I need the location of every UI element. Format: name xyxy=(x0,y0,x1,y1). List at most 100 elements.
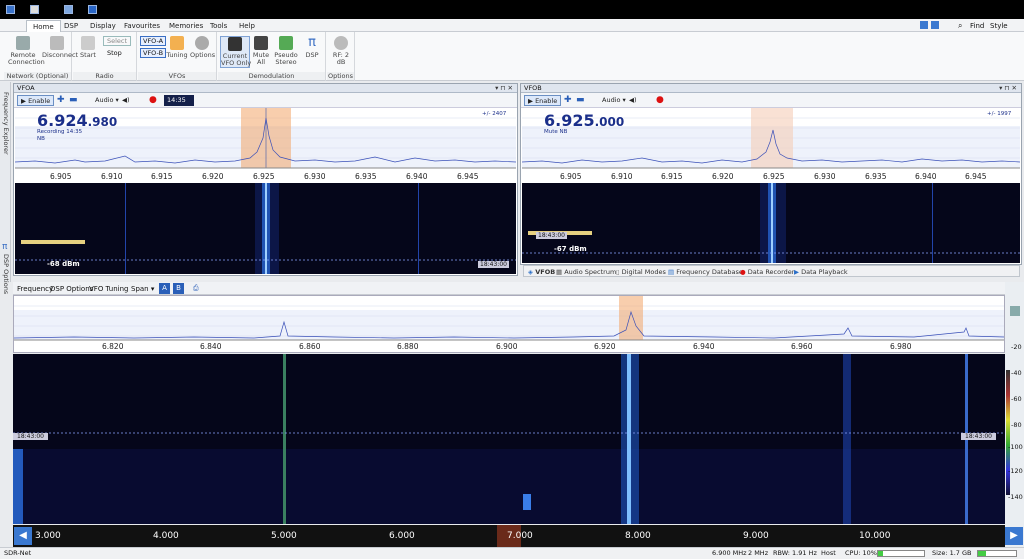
tuning-button[interactable]: Tuning xyxy=(166,36,188,59)
zoom-out-icon[interactable]: ▬ xyxy=(66,95,81,106)
audio-dropdown[interactable]: Audio ▾ xyxy=(599,95,629,106)
dsp-options-menu[interactable]: DSP Options xyxy=(50,285,93,293)
tab-help[interactable]: Help xyxy=(233,20,261,32)
frequency-menu[interactable]: Frequency xyxy=(17,285,53,293)
group-demodulation: Current VFO Only Mute All Pseudo Stereo … xyxy=(218,32,326,81)
offset-readout: +/- 2407 xyxy=(482,111,507,117)
window-icon[interactable] xyxy=(920,21,928,29)
remote-connection-button[interactable]: Remote Connection xyxy=(8,36,45,66)
start-button[interactable]: Start xyxy=(77,36,99,59)
vfo-frequency[interactable]: 6.924.980 xyxy=(37,111,117,130)
main-toolbar: Frequency DSP Options VFO Tuning Span ▾ … xyxy=(13,282,1005,295)
quick-access-icon[interactable] xyxy=(88,5,97,14)
rf-gain-button[interactable]: RF: 2 dB xyxy=(328,36,354,66)
vfo-tuning-menu[interactable]: VFO Tuning xyxy=(89,285,128,293)
quick-access-icon[interactable] xyxy=(30,5,39,14)
scroll-right-button[interactable]: ▶ xyxy=(1005,527,1023,545)
axis-tick: 6.920 xyxy=(712,172,734,181)
enable-button[interactable]: ▶ Enable xyxy=(17,95,55,106)
group-network: Remote Connection Disconnect Network (Op… xyxy=(4,32,78,81)
vfo-b-button[interactable]: B xyxy=(173,283,184,294)
chart-icon[interactable] xyxy=(1010,306,1020,316)
pane-header: VFOB ▾ ⊓ ✕ xyxy=(521,84,1021,93)
axis-tick: 6.905 xyxy=(50,172,72,181)
audio-dropdown[interactable]: Audio ▾ xyxy=(92,95,122,106)
main-spectrum[interactable]: 6.820 6.840 6.860 6.880 6.900 6.920 6.94… xyxy=(13,295,1005,353)
axis-tick: 6.925 xyxy=(253,172,275,181)
band-axis[interactable]: ◀ 3.000 4.000 5.000 6.000 7.000 8.000 9.… xyxy=(13,525,1005,547)
axis-tick: 6.960 xyxy=(791,342,813,351)
find-button[interactable]: Find xyxy=(970,22,984,30)
close-icon[interactable]: ▾ ⊓ ✕ xyxy=(495,84,513,93)
vfob-waterfall[interactable]: -67 dBm 18:43:00 xyxy=(522,183,1020,263)
select-button[interactable]: Select xyxy=(103,36,132,46)
group-label: VFOs xyxy=(138,72,216,80)
vfo-passband[interactable] xyxy=(619,296,643,340)
offset-readout: +/- 1997 xyxy=(987,111,1012,117)
vfo-frequency[interactable]: 6.925.000 xyxy=(544,111,624,130)
mute-all-button[interactable]: Mute All xyxy=(252,36,270,66)
dsp-options-tab[interactable]: DSP Options xyxy=(2,254,10,294)
signal-level: -68 dBm xyxy=(47,260,80,268)
current-vfo-only-button[interactable]: Current VFO Only xyxy=(220,36,251,68)
vfob-toolbar: ▶ Enable ✚ ▬ Audio ▾ ◀) ● xyxy=(521,93,1021,108)
vfoa-waterfall[interactable]: -68 dBm 18:43:00 xyxy=(15,183,516,274)
frequency-explorer-tab[interactable]: Frequency Explorer xyxy=(2,92,10,155)
speaker-icon[interactable]: ◀) xyxy=(626,95,640,106)
vfoa-pane: VFOA ▾ ⊓ ✕ ▶ Enable ✚ ▬ Audio ▾ ◀) ● 14:3… xyxy=(13,83,518,276)
zoom-out-icon[interactable]: ▬ xyxy=(573,95,588,106)
axis-tick: 6.940 xyxy=(915,172,937,181)
tab-data-playback[interactable]: ▶ Data Playback xyxy=(794,267,848,277)
axis-tick: 6.935 xyxy=(865,172,887,181)
tab-display[interactable]: Display xyxy=(84,20,122,32)
enable-button[interactable]: ▶ Enable xyxy=(524,95,562,106)
band-tick: 3.000 xyxy=(35,531,61,541)
dsp-button[interactable]: π DSP xyxy=(302,36,322,59)
record-icon[interactable]: ● xyxy=(146,95,160,106)
waterfall-timestamp: 18:43:00 xyxy=(961,433,996,440)
span-dropdown[interactable]: Span ▾ xyxy=(131,285,154,293)
tab-favourites[interactable]: Favourites xyxy=(118,20,166,32)
pseudo-stereo-button[interactable]: Pseudo Stereo xyxy=(272,36,300,66)
print-icon[interactable]: ⎙ xyxy=(193,284,199,293)
pane-title: VFOA xyxy=(17,84,35,92)
options-button[interactable]: Options xyxy=(190,36,215,59)
scale-tick: -40 xyxy=(1011,369,1022,377)
tab-digital-modes[interactable]: ▯ Digital Modes xyxy=(616,267,666,277)
vfoa-button[interactable]: VFO-A xyxy=(140,36,167,46)
tab-dsp[interactable]: DSP xyxy=(58,20,84,32)
window-icon[interactable] xyxy=(931,21,939,29)
scroll-left-button[interactable]: ◀ xyxy=(14,527,32,545)
disk-meter xyxy=(977,550,1017,557)
tab-memories[interactable]: Memories xyxy=(163,20,209,32)
record-icon[interactable]: ● xyxy=(653,95,667,106)
vfoa-spectrum[interactable]: 6.924.980 Recording 14:35 NB +/- 2407 6.… xyxy=(14,108,517,182)
tab-home[interactable]: Home xyxy=(26,20,61,32)
tab-tools[interactable]: Tools xyxy=(204,20,233,32)
vfob-spectrum[interactable]: 6.925.000 Mute NB +/- 1997 6.905 6.910 6… xyxy=(521,108,1021,182)
close-icon[interactable]: ▾ ⊓ ✕ xyxy=(999,84,1017,93)
quick-access-icon[interactable] xyxy=(64,5,73,14)
cpu-meter xyxy=(877,550,925,557)
vfo-a-button[interactable]: A xyxy=(159,283,170,294)
tab-data-recorder[interactable]: ● Data Recorder xyxy=(740,267,794,277)
vfob-button[interactable]: VFO-B xyxy=(140,48,167,58)
scale-tick: -60 xyxy=(1011,395,1022,403)
style-button[interactable]: Style xyxy=(990,22,1008,30)
main-waterfall[interactable]: 18:43:00 18:43:00 xyxy=(13,354,1005,524)
axis-tick: 6.840 xyxy=(200,342,222,351)
tab-frequency-database[interactable]: ▤ Frequency Database xyxy=(668,267,743,277)
nb-status: NB xyxy=(37,136,45,142)
axis-tick: 6.910 xyxy=(611,172,633,181)
disconnect-button[interactable]: Disconnect xyxy=(42,36,78,59)
tab-vfob[interactable]: ◈ VFOB xyxy=(528,267,555,277)
stop-button[interactable]: Stop xyxy=(107,49,122,57)
ribbon: Remote Connection Disconnect Network (Op… xyxy=(0,32,1024,81)
vfob-pane: VFOB ▾ ⊓ ✕ ▶ Enable ✚ ▬ Audio ▾ ◀) ● 6.92… xyxy=(520,83,1022,265)
axis-tick: 6.915 xyxy=(151,172,173,181)
scroll-area[interactable] xyxy=(1005,282,1024,335)
speaker-icon[interactable]: ◀) xyxy=(119,95,133,106)
status-size: Size: 1.7 GB xyxy=(932,549,972,557)
search-icon[interactable]: ⌕ xyxy=(958,21,962,31)
tab-audio-spectrum[interactable]: ▦ Audio Spectrum xyxy=(556,267,616,277)
